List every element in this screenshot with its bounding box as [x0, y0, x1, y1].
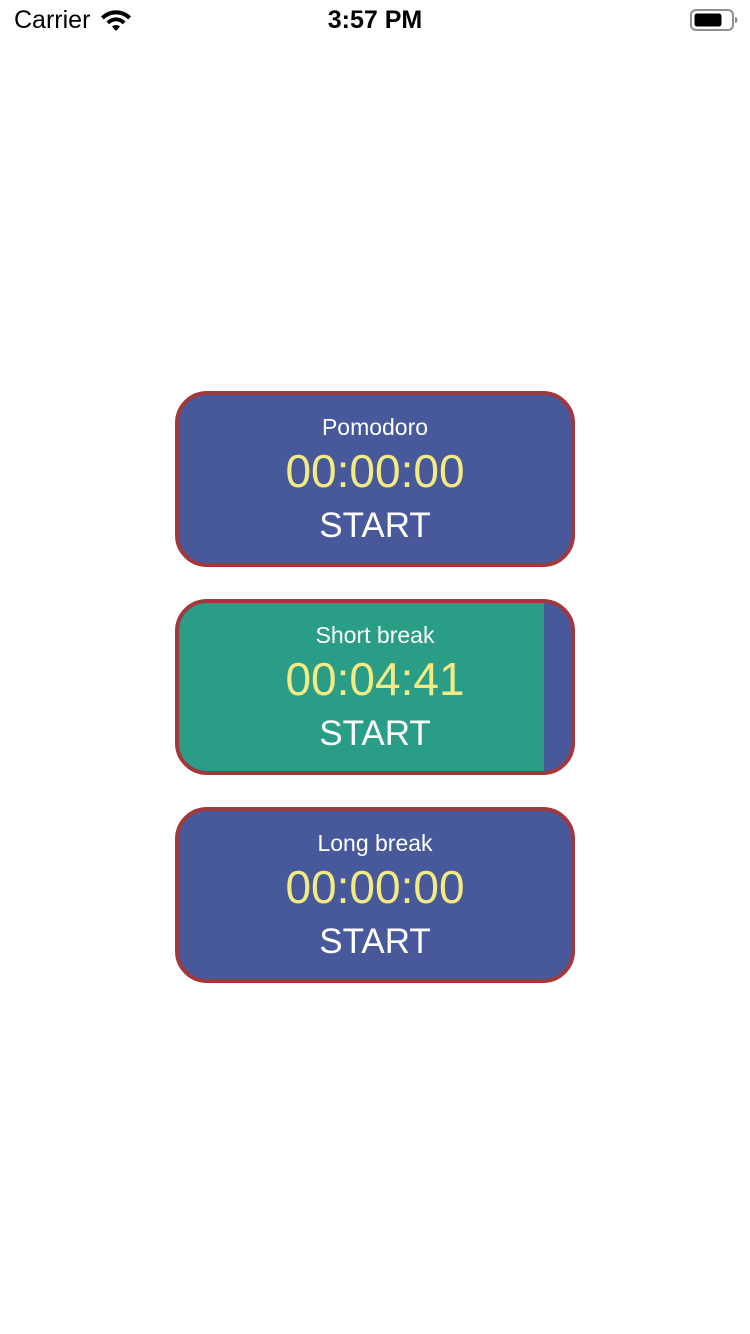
pomodoro-start-button[interactable]: START — [179, 505, 571, 547]
app-screen: Carrier 3:57 PM Pomodoro 00:00:00 START … — [0, 0, 750, 1334]
short-break-timer-card[interactable]: Short break 00:04:41 START — [175, 599, 575, 775]
short-break-time: 00:04:41 — [285, 653, 465, 705]
pomodoro-time: 00:00:00 — [285, 445, 465, 497]
long-break-label: Long break — [317, 830, 433, 856]
status-time: 3:57 PM — [327, 6, 423, 34]
pomodoro-label: Pomodoro — [321, 414, 429, 440]
long-break-time: 00:00:00 — [285, 861, 465, 913]
short-break-start-button[interactable]: START — [179, 713, 571, 755]
long-break-start-button[interactable]: START — [179, 921, 571, 963]
long-break-timer-card[interactable]: Long break 00:00:00 START — [175, 807, 575, 983]
short-break-label: Short break — [315, 622, 435, 648]
battery-icon — [690, 9, 738, 31]
status-bar: Carrier 3:57 PM — [0, 0, 750, 40]
pomodoro-timer-card[interactable]: Pomodoro 00:00:00 START — [175, 391, 575, 567]
